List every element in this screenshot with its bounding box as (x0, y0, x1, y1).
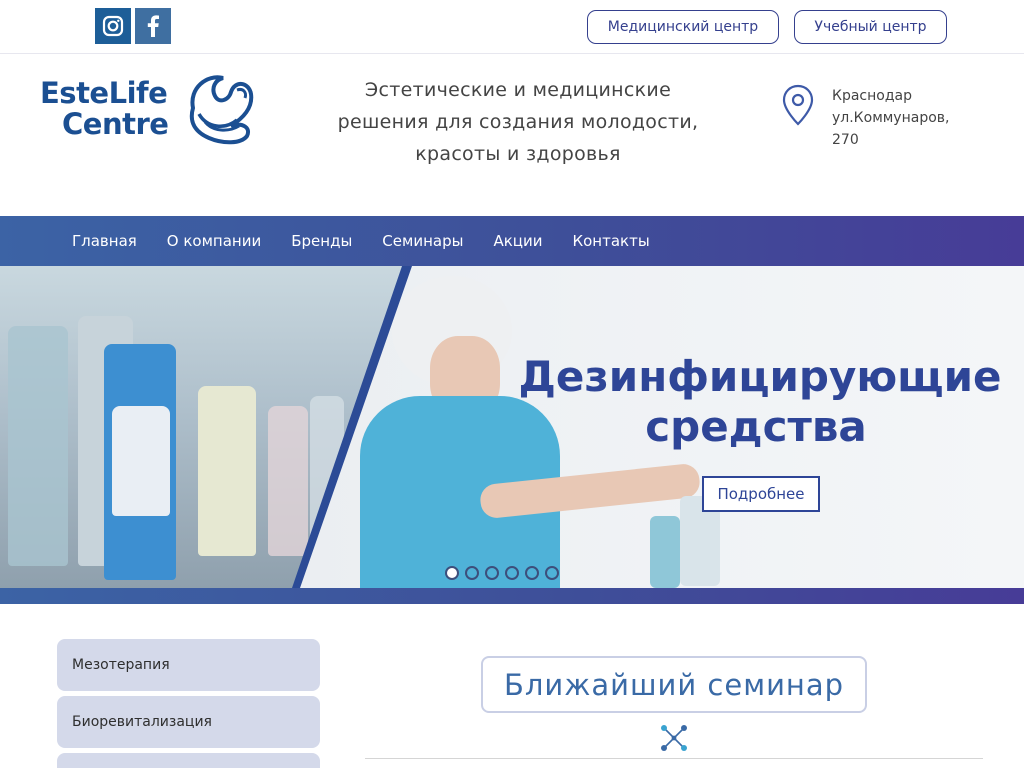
logo-line1: EsteLife (40, 76, 168, 110)
slider-dot[interactable] (485, 566, 499, 580)
nav-item-brands[interactable]: Бренды (276, 232, 367, 250)
bottle-shape (198, 386, 256, 556)
location-pin-icon (782, 84, 814, 126)
swan-logo-icon (189, 75, 254, 145)
dispenser-shape (650, 516, 680, 588)
slider-bottom-bar (0, 588, 1024, 604)
bottle-shape (8, 326, 68, 566)
sidebar-item-next[interactable] (57, 753, 320, 768)
sidebar-item-biorevitalization[interactable]: Биоревитализация (57, 696, 320, 748)
slide-title: Дезинфицирующие средства (500, 352, 1020, 452)
seminar-heading: Ближайший семинар (503, 667, 845, 702)
divider-line (365, 758, 983, 759)
slide-title-line1: Дезинфицирующие (518, 352, 1002, 401)
slider-dots (445, 566, 565, 580)
nav-item-promotions[interactable]: Акции (478, 232, 557, 250)
tagline-line: красоты и здоровья (415, 143, 621, 165)
address-city: Краснодар (832, 88, 912, 104)
nav-item-seminars[interactable]: Семинары (367, 232, 478, 250)
slider-dot[interactable] (525, 566, 539, 580)
seminar-heading-box: Ближайший семинар (481, 656, 867, 713)
nav-item-contacts[interactable]: Контакты (557, 232, 664, 250)
molecule-icon (661, 725, 687, 751)
sidebar-item-mesotherapy[interactable]: Мезотерапия (57, 639, 320, 691)
slider-dot[interactable] (505, 566, 519, 580)
bottle-shape (112, 406, 170, 516)
instagram-icon (102, 15, 124, 37)
bottle-shape (268, 406, 308, 556)
tagline: Эстетические и медицинские решения для с… (312, 74, 724, 170)
instagram-link[interactable] (95, 8, 131, 44)
address: Краснодар ул.Коммунаров, 270 (832, 85, 982, 151)
top-bar: Медицинский центр Учебный центр (0, 0, 1024, 54)
nav-item-home[interactable]: Главная (57, 232, 152, 250)
facebook-link[interactable] (135, 8, 171, 44)
education-center-button[interactable]: Учебный центр (794, 10, 947, 44)
tagline-line: решения для создания молодости, (337, 111, 699, 133)
slide-title-line2: средства (645, 402, 867, 451)
logo[interactable]: EsteLife Centre (40, 70, 256, 148)
facebook-icon (147, 15, 159, 37)
main-nav: Главная О компании Бренды Семинары Акции… (0, 216, 1024, 266)
page: Медицинский центр Учебный центр EsteLife… (0, 0, 1024, 768)
slider-dot[interactable] (465, 566, 479, 580)
nav-item-about[interactable]: О компании (152, 232, 276, 250)
slide-more-button[interactable]: Подробнее (702, 476, 820, 512)
slider-dot[interactable] (545, 566, 559, 580)
logo-line2: Centre (62, 107, 169, 141)
tagline-line: Эстетические и медицинские (364, 79, 672, 101)
slider-dot[interactable] (445, 566, 459, 580)
address-house: 270 (832, 132, 859, 148)
hero-slider: Дезинфицирующие средства Подробнее (0, 266, 1024, 588)
address-street: ул.Коммунаров, (832, 110, 950, 126)
logo-text: EsteLife Centre (40, 76, 169, 141)
medical-center-button[interactable]: Медицинский центр (587, 10, 779, 44)
